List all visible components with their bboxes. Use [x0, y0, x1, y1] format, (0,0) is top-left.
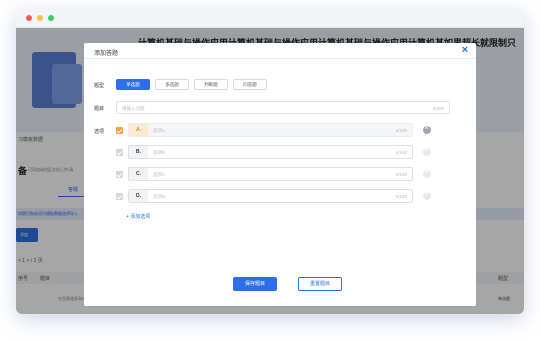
option-row-d: D. 选项D 0/100	[116, 189, 446, 205]
type-essay-button[interactable]: 问答题	[233, 79, 267, 90]
option-b-letter: B.	[129, 146, 148, 158]
maximize-window-dot[interactable]	[48, 15, 54, 21]
option-c-input[interactable]: C. 选项C 0/100	[128, 167, 413, 181]
reset-question-button[interactable]: 重置题目	[298, 277, 342, 291]
option-c-char-count: 0/100	[395, 171, 407, 177]
type-label: 题型	[94, 83, 105, 89]
minimize-window-dot[interactable]	[37, 15, 43, 21]
option-row-b: B. 选项B 0/100	[116, 145, 446, 161]
delete-option-b-icon[interactable]	[423, 147, 431, 156]
question-label: 题目	[94, 106, 105, 112]
option-d-char-count: 0/100	[395, 193, 407, 199]
option-d-input[interactable]: D. 选项D 0/100	[128, 189, 413, 203]
dialog-header: 添加答题 ×	[84, 43, 476, 59]
question-input[interactable]: 请输入问题 0/500	[116, 101, 450, 114]
type-single-choice-button[interactable]: 单选题	[116, 79, 150, 90]
save-question-button[interactable]: 保存题目	[233, 277, 277, 291]
type-multiple-choice-button[interactable]: 多选题	[155, 79, 189, 90]
option-d-letter: D.	[129, 190, 148, 202]
question-char-count: 0/500	[432, 105, 444, 111]
option-c-letter: C.	[129, 168, 148, 180]
option-row-a: A. 选项A 0/100	[116, 123, 446, 139]
delete-option-c-icon[interactable]	[423, 169, 431, 178]
option-b-input[interactable]: B. 选项B 0/100	[128, 145, 413, 159]
dialog-title: 添加答题	[94, 51, 119, 57]
add-question-dialog: 添加答题 × 题型 单选题 多选题 判断题 问答题 题目 请输入问题 0/500…	[84, 43, 476, 306]
question-placeholder: 请输入问题	[122, 105, 145, 111]
delete-option-d-icon[interactable]	[423, 191, 431, 200]
option-d-checkbox[interactable]	[116, 193, 123, 200]
add-option-link[interactable]: + 添加选项	[126, 213, 150, 220]
option-b-char-count: 0/100	[395, 149, 407, 155]
option-c-checkbox[interactable]	[116, 171, 123, 178]
window-titlebar	[16, 8, 524, 28]
close-icon[interactable]: ×	[462, 45, 468, 56]
type-true-false-button[interactable]: 判断题	[194, 79, 228, 90]
app-window: 计算机基础与操作应用计算机基础与操作应用计算机基础与操作应用计算机基如果超长就限…	[16, 8, 524, 314]
option-a-input[interactable]: A. 选项A 0/100	[128, 123, 413, 137]
option-c-placeholder: 选项C	[153, 171, 166, 177]
option-d-placeholder: 选项D	[153, 193, 166, 199]
option-a-checkbox[interactable]	[116, 127, 123, 134]
option-a-char-count: 0/100	[395, 127, 407, 133]
option-a-letter: A.	[129, 124, 148, 136]
option-b-placeholder: 选项B	[153, 149, 166, 155]
delete-option-a-icon[interactable]	[423, 125, 431, 134]
option-b-checkbox[interactable]	[116, 149, 123, 156]
option-row-c: C. 选项C 0/100	[116, 167, 446, 183]
option-a-placeholder: 选项A	[153, 127, 166, 133]
option-label: 选项	[94, 129, 105, 135]
close-window-dot[interactable]	[26, 15, 32, 21]
